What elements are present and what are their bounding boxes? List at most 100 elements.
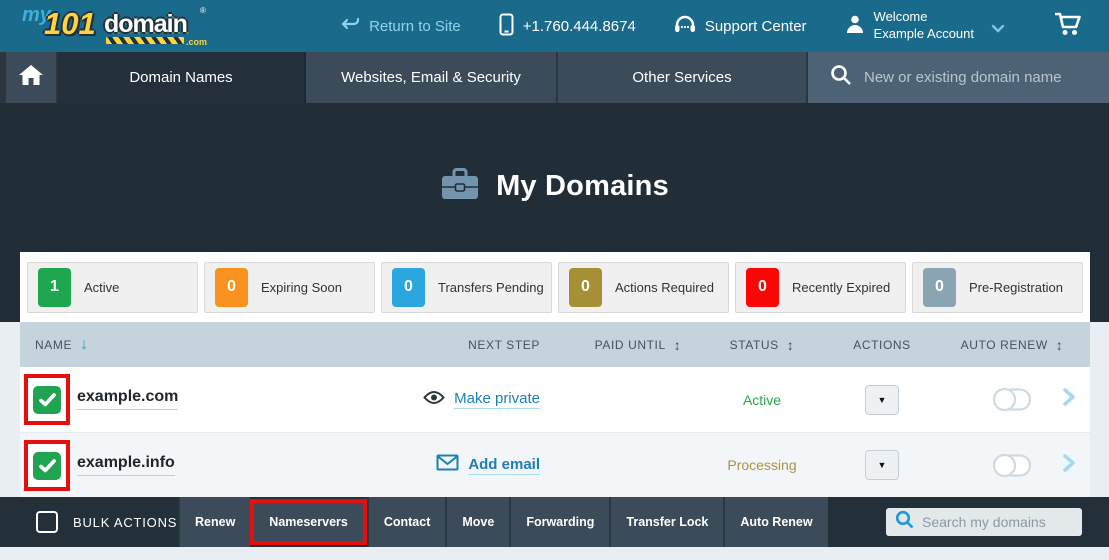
bulk-select-all-checkbox[interactable]	[36, 511, 58, 533]
domains-table: NAME ↓ NEXT STEP PAID UNTIL ↕ STATUS ↕ A…	[20, 322, 1090, 497]
domains-table-section: NAME ↓ NEXT STEP PAID UNTIL ↕ STATUS ↕ A…	[0, 322, 1109, 497]
sort-both-icon[interactable]: ↕	[787, 337, 795, 353]
tab-domain-names[interactable]: Domain Names	[58, 52, 306, 103]
bulk-renew-button[interactable]: Renew	[178, 497, 250, 547]
briefcase-icon	[440, 167, 480, 206]
status-count-badge: 0	[392, 268, 425, 307]
row-checkbox-checked[interactable]	[33, 452, 61, 480]
domain-link[interactable]: example.com	[77, 388, 178, 410]
make-private-link[interactable]: Make private	[454, 390, 540, 409]
bulk-nameservers-button[interactable]: Nameservers	[254, 503, 363, 541]
row-expand-chevron[interactable]	[1048, 367, 1090, 432]
status-card-label: Transfers Pending	[438, 280, 544, 295]
home-button[interactable]	[6, 52, 58, 103]
column-header-paid-until[interactable]: PAID UNTIL ↕	[578, 322, 698, 367]
table-row-example-com: example.com Make private Active ▼	[20, 367, 1090, 432]
domain-search-input[interactable]	[864, 69, 1094, 86]
chevron-right-icon	[1062, 387, 1076, 412]
column-header-name[interactable]: NAME ↓	[35, 322, 89, 367]
status-card-recently-expired[interactable]: 0 Recently Expired	[735, 262, 906, 313]
column-header-auto-renew[interactable]: AUTO RENEW ↕	[942, 322, 1082, 367]
site-logo[interactable]: my 101 domain ® .com	[22, 4, 222, 48]
status-count-badge: 0	[215, 268, 248, 307]
bulk-auto-renew-button[interactable]: Auto Renew	[723, 497, 827, 547]
row-expand-chevron[interactable]	[1048, 433, 1090, 497]
logo-101: 101	[44, 6, 96, 42]
column-label: PAID UNTIL	[595, 338, 666, 352]
status-card-actions-required[interactable]: 0 Actions Required	[558, 262, 729, 313]
tab-other-services-label: Other Services	[632, 69, 731, 86]
page-title: My Domains	[496, 170, 669, 203]
status-card-transfers-pending[interactable]: 0 Transfers Pending	[381, 262, 552, 313]
status-card-label: Actions Required	[615, 280, 714, 295]
actions-dropdown-button[interactable]: ▼	[865, 450, 899, 480]
headset-icon	[674, 15, 696, 38]
annotation-highlight-checkbox	[24, 374, 70, 425]
return-to-site-link[interactable]: Return to Site	[341, 17, 461, 36]
column-label: STATUS	[730, 338, 779, 352]
cart-icon	[1053, 11, 1083, 41]
column-label: NEXT STEP	[468, 338, 540, 352]
status-text: Active	[743, 392, 781, 408]
caret-down-icon: ▼	[878, 395, 887, 405]
actions-dropdown-button[interactable]: ▼	[865, 385, 899, 415]
annotation-highlight-nameservers: Nameservers	[250, 499, 367, 545]
envelope-icon	[436, 454, 459, 476]
sort-descending-icon[interactable]: ↓	[80, 336, 89, 354]
annotation-highlight-checkbox	[24, 440, 70, 491]
status-text: Processing	[727, 457, 796, 473]
tab-websites-email-security[interactable]: Websites, Email & Security	[306, 52, 558, 103]
table-header: NAME ↓ NEXT STEP PAID UNTIL ↕ STATUS ↕ A…	[20, 322, 1090, 367]
cart-button[interactable]	[1053, 11, 1083, 41]
tab-domain-names-label: Domain Names	[129, 69, 232, 86]
account-menu[interactable]: Welcome Example Account	[845, 9, 1005, 43]
phone-number: +1.760.444.8674	[523, 18, 636, 35]
status-cards-panel: 1 Active 0 Expiring Soon 0 Transfers Pen…	[20, 252, 1090, 322]
status-card-label: Recently Expired	[792, 280, 890, 295]
sort-both-icon[interactable]: ↕	[674, 337, 682, 353]
status-card-label: Expiring Soon	[261, 280, 342, 295]
home-icon	[18, 64, 44, 92]
bulk-transfer-lock-button[interactable]: Transfer Lock	[609, 497, 723, 547]
row-checkbox-checked[interactable]	[33, 386, 61, 414]
status-card-pre-registration[interactable]: 0 Pre-Registration	[912, 262, 1083, 313]
status-count-badge: 0	[746, 268, 779, 307]
tab-other-services[interactable]: Other Services	[558, 52, 808, 103]
hero-section: My Domains 1 Active 0 Expiring Soon 0 Tr…	[0, 103, 1109, 322]
auto-renew-toggle-off[interactable]	[992, 453, 1032, 478]
column-label: ACTIONS	[853, 338, 911, 352]
sort-both-icon[interactable]: ↕	[1056, 337, 1064, 353]
user-icon	[845, 14, 865, 38]
column-header-next-step: NEXT STEP	[350, 322, 540, 367]
bulk-actions-left: BULK ACTIONS	[0, 497, 178, 547]
status-count-badge: 1	[38, 268, 71, 307]
phone-link[interactable]: +1.760.444.8674	[499, 13, 636, 40]
support-center-link[interactable]: Support Center	[674, 15, 807, 38]
column-label: NAME	[35, 338, 72, 352]
page: my 101 domain ® .com Return to Site +1.7…	[0, 0, 1109, 560]
support-center-label: Support Center	[705, 18, 807, 35]
logo-hatch-stripe	[106, 37, 184, 44]
add-email-link[interactable]: Add email	[468, 456, 540, 475]
auto-renew-toggle-off[interactable]	[992, 387, 1032, 412]
logo-registered-mark: ®	[200, 6, 206, 15]
column-header-status[interactable]: STATUS ↕	[703, 322, 821, 367]
caret-down-icon: ▼	[878, 460, 887, 470]
bulk-move-button[interactable]: Move	[445, 497, 509, 547]
next-step-cell: Add email	[350, 433, 540, 497]
next-step-cell: Make private	[350, 367, 540, 432]
status-cell: Active	[703, 367, 821, 432]
bulk-forwarding-button[interactable]: Forwarding	[509, 497, 609, 547]
status-card-label: Pre-Registration	[969, 280, 1063, 295]
status-card-expiring-soon[interactable]: 0 Expiring Soon	[204, 262, 375, 313]
status-card-label: Active	[84, 280, 119, 295]
topbar-links: Return to Site +1.760.444.8674 Support C…	[341, 9, 1083, 43]
welcome-line1: Welcome	[874, 9, 928, 24]
welcome-text: Welcome Example Account	[874, 9, 974, 43]
domain-link[interactable]: example.info	[77, 454, 175, 476]
bulk-contact-button[interactable]: Contact	[367, 497, 446, 547]
column-label: AUTO RENEW	[961, 338, 1048, 352]
my-domains-search-input[interactable]	[922, 514, 1072, 530]
status-card-active[interactable]: 1 Active	[27, 262, 198, 313]
logo-tld: .com	[186, 37, 207, 47]
